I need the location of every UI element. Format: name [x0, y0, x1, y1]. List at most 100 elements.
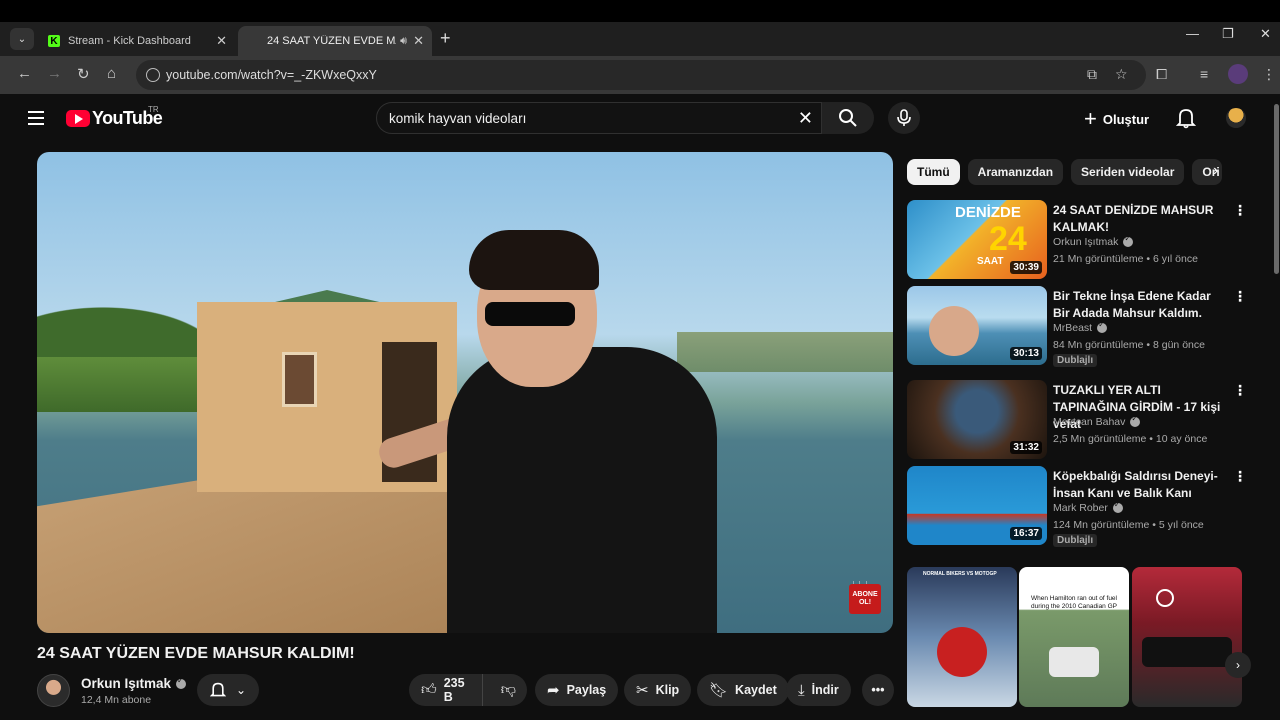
search-input[interactable]: komik hayvan videoları ✕ — [376, 102, 822, 134]
clear-search-icon[interactable]: ✕ — [798, 108, 813, 129]
account-avatar[interactable] — [1226, 108, 1246, 128]
chevron-right-icon[interactable]: › — [1213, 162, 1218, 180]
create-label: Oluştur — [1102, 111, 1150, 127]
clip-button[interactable]: ✂ Klip — [624, 674, 692, 706]
tab-kick-dashboard[interactable]: K Stream - Kick Dashboard ✕ — [40, 26, 235, 56]
menu-icon[interactable] — [28, 111, 44, 129]
verified-icon — [176, 676, 187, 689]
download-label: İndir — [811, 683, 839, 697]
tab-title: 24 SAAT YÜZEN EVDE MAH — [267, 35, 396, 47]
clip-label: Klip — [655, 683, 680, 697]
speaker-icon[interactable]: 🔊︎ — [400, 35, 407, 48]
shorts-item[interactable] — [1132, 567, 1242, 707]
recommendation-channel[interactable]: Orkun Işıtmak — [1053, 234, 1134, 248]
save-button[interactable]: 🔖︎ Kaydet — [697, 674, 789, 706]
dislike-button[interactable]: 👎︎ — [490, 674, 527, 706]
recommendation-item[interactable]: 31:32 TUZAKLI YER ALTI TAPINAĞINA GİRDİM… — [907, 380, 1247, 460]
channel-name: Orkun Işıtmak — [81, 676, 172, 691]
more-options-icon[interactable]: ⋮ — [1233, 202, 1247, 219]
channel-avatar[interactable] — [37, 674, 70, 707]
recommendation-title[interactable]: Köpekbalığı Saldırısı Deneyi- İnsan Kanı… — [1053, 468, 1225, 502]
restore-icon[interactable]: ❐ — [1222, 26, 1234, 42]
youtube-logo[interactable]: YouTube TR — [66, 105, 163, 129]
scene-person-hair — [469, 230, 599, 290]
thumbnail-text: 24 — [989, 220, 1027, 258]
create-button[interactable]: + Oluştur — [1084, 104, 1149, 134]
recommendation-channel[interactable]: Mevtcan Bahav — [1053, 414, 1141, 428]
shorts-item[interactable]: When Hamilton ran out of fuel during the… — [1019, 567, 1129, 707]
media-control-icon[interactable]: ≡ — [1200, 66, 1208, 82]
minimize-icon[interactable]: — — [1186, 26, 1199, 41]
thumbs-down-icon: 👎︎ — [500, 681, 516, 698]
tab-search-button[interactable]: ⌄ — [10, 28, 34, 50]
voice-search-button[interactable] — [888, 102, 920, 134]
download-button[interactable]: ⤓ İndir — [786, 674, 851, 706]
recommendation-title[interactable]: 24 SAAT DENİZDE MAHSUR KALMAK! — [1053, 202, 1225, 236]
channel-name-link[interactable]: Orkun Işıtmak — [81, 676, 187, 691]
bookmark-star-icon[interactable]: ☆ — [1115, 66, 1128, 83]
upload-age: 10 ay önce — [1155, 433, 1208, 445]
more-options-icon[interactable]: ⋮ — [1233, 382, 1247, 399]
share-label: Paylaş — [566, 683, 607, 697]
recommendation-channel[interactable]: Mark Rober — [1053, 500, 1123, 514]
plus-icon: + — [1084, 106, 1097, 131]
shorts-icon — [1156, 589, 1174, 607]
recommendation-item[interactable]: 16:37 Köpekbalığı Saldırısı Deneyi- İnsa… — [907, 466, 1247, 547]
subscription-notifications-button[interactable]: ⌄ — [197, 674, 259, 706]
recommendation-item[interactable]: DENİZDE 24 SAAT 30:39 24 SAAT DENİZDE MA… — [907, 200, 1247, 280]
home-icon[interactable]: ⌂ — [107, 65, 116, 82]
address-bar[interactable]: youtube.com/watch?v=_-ZKWxeQxxY — [136, 60, 1146, 90]
search-button[interactable] — [822, 102, 874, 134]
recommendation-item[interactable]: 30:13 Bir Tekne İnşa Edene Kadar Bir Ada… — [907, 286, 1247, 367]
site-info-icon[interactable] — [146, 68, 160, 82]
chip-from-search[interactable]: Aramanızdan — [967, 159, 1064, 185]
browser-menu-icon[interactable]: ⋮ — [1262, 66, 1276, 83]
like-button[interactable]: 👍︎ 235 B — [409, 674, 483, 706]
shorts-item[interactable]: NORMAL BIKERS VS MOTOGP — [907, 567, 1017, 707]
search-icon — [839, 109, 857, 127]
like-count: 235 B — [443, 676, 465, 704]
youtube-play-logo-icon — [66, 110, 90, 127]
video-thumbnail[interactable]: 31:32 — [907, 380, 1047, 459]
chip-from-series[interactable]: Seriden videolar — [1071, 159, 1185, 185]
subscribe-watermark[interactable]: ABONE OL! — [849, 584, 881, 614]
install-app-icon[interactable]: ⧉ — [1087, 66, 1097, 83]
recommendation-meta: 124 Mn görüntüleme • 5 yıl önce — [1053, 519, 1204, 531]
share-button[interactable]: ➦ Paylaş — [535, 674, 619, 706]
recommendation-title[interactable]: Bir Tekne İnşa Edene Kadar Bir Adada Mah… — [1053, 288, 1225, 322]
dubbed-badge: Dublajlı — [1053, 534, 1098, 547]
search-query-text: komik hayvan videoları — [389, 110, 527, 126]
close-window-icon[interactable]: ✕ — [1260, 26, 1271, 42]
video-thumbnail[interactable]: DENİZDE 24 SAAT 30:39 — [907, 200, 1047, 279]
more-options-icon[interactable]: ⋮ — [1233, 288, 1247, 305]
new-tab-button[interactable]: + — [440, 28, 451, 49]
back-icon[interactable]: ← — [17, 65, 32, 82]
more-actions-button[interactable]: ••• — [862, 674, 894, 706]
video-thumbnail[interactable]: 16:37 — [907, 466, 1047, 545]
close-tab-icon[interactable]: ✕ — [216, 33, 227, 49]
verified-icon — [1097, 320, 1108, 333]
browser-toolbar: ← → ↻ ⌂ youtube.com/watch?v=_-ZKWxeQxxY … — [0, 56, 1280, 94]
more-options-icon[interactable]: ⋮ — [1233, 468, 1247, 485]
url-text: youtube.com/watch?v=_-ZKWxeQxxY — [166, 68, 377, 82]
verified-icon — [1123, 234, 1134, 247]
chevron-down-icon: ⌄ — [235, 683, 247, 697]
close-tab-icon[interactable]: ✕ — [413, 33, 424, 49]
extensions-icon[interactable]: ⧠ — [1156, 66, 1167, 83]
video-player[interactable]: ↓↓↓ ABONE OL! — [37, 152, 893, 633]
scissors-icon: ✂ — [636, 682, 649, 699]
browser-profile-avatar[interactable] — [1228, 64, 1248, 84]
chip-all[interactable]: Tümü — [907, 159, 960, 185]
forward-icon[interactable]: → — [47, 65, 62, 82]
video-thumbnail[interactable]: 30:13 — [907, 286, 1047, 365]
recommendation-channel[interactable]: MrBeast — [1053, 320, 1108, 334]
verified-icon — [1112, 500, 1123, 513]
reload-icon[interactable]: ↻ — [77, 65, 90, 83]
video-title: 24 SAAT YÜZEN EVDE MAHSUR KALDIM! — [37, 645, 355, 662]
chevron-right-icon[interactable]: › — [1225, 652, 1251, 678]
scrollbar[interactable] — [1274, 104, 1279, 274]
tab-youtube-video[interactable]: 24 SAAT YÜZEN EVDE MAH 🔊︎ ✕ — [238, 26, 432, 140]
notifications-bell-icon[interactable] — [1175, 107, 1197, 134]
verified-icon — [1130, 414, 1141, 427]
upload-age: 5 yıl önce — [1158, 519, 1204, 531]
